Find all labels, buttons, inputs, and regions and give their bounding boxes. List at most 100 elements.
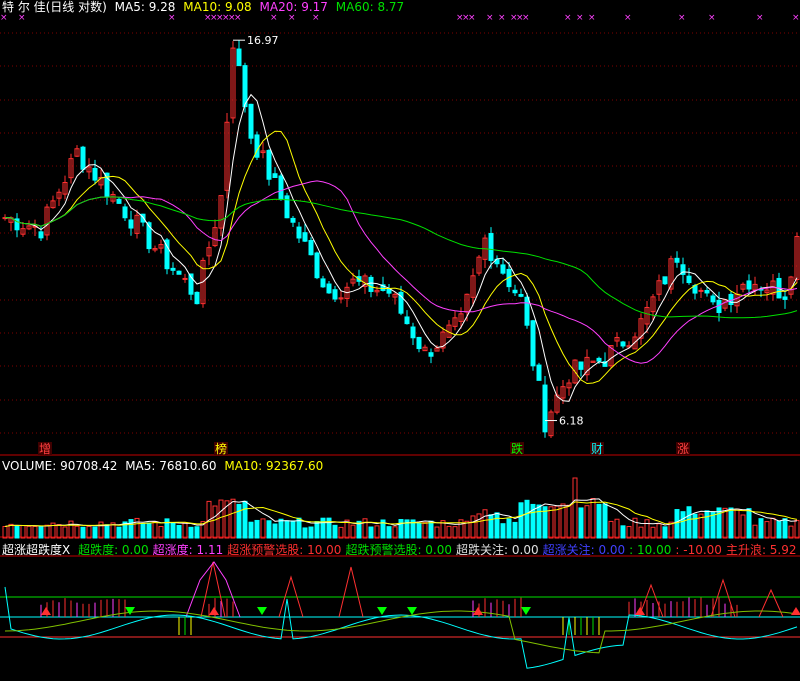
x-marker: × xyxy=(468,13,476,23)
volume-bar xyxy=(68,520,74,539)
candle-body xyxy=(704,289,710,294)
volume-bar xyxy=(446,525,452,539)
volume-bar xyxy=(578,507,584,539)
volume-bar xyxy=(80,526,86,539)
candle-body xyxy=(320,278,326,288)
volume-bar xyxy=(230,498,236,539)
up-arrow xyxy=(635,607,645,615)
ma5-readout: MA5: 9.28 xyxy=(114,0,176,14)
volume-bar xyxy=(248,521,254,539)
candle-body xyxy=(308,240,314,256)
volume-bar xyxy=(218,499,224,539)
volume-bar xyxy=(116,526,122,539)
volume-bar xyxy=(134,517,140,539)
candle-body xyxy=(416,336,422,350)
volume-bar xyxy=(734,508,740,539)
up-arrow xyxy=(791,607,800,615)
volume-bar xyxy=(182,522,188,539)
volume-bar xyxy=(686,506,692,539)
volume-bar xyxy=(416,522,422,539)
volume-bar xyxy=(728,507,734,539)
indicator-item: 超跌度: 0.00 xyxy=(78,543,149,557)
x-marker: × xyxy=(486,13,494,23)
candle-body xyxy=(578,361,584,370)
volume-bar xyxy=(254,519,260,539)
candle-body xyxy=(686,275,692,284)
volume-bar xyxy=(602,503,608,539)
x-marker: × xyxy=(708,13,716,23)
volume-bar xyxy=(596,503,602,539)
indicator-item: 超跌预警选股: 0.00 xyxy=(345,543,453,557)
volume-bar xyxy=(626,526,632,539)
volume-ma5-readout: MA5: 76810.60 xyxy=(125,459,217,473)
candle-body xyxy=(782,296,788,300)
x-marker: × xyxy=(168,13,176,23)
ma60-readout: MA60: 8.77 xyxy=(335,0,405,14)
volume-bar xyxy=(572,477,578,539)
volume-bar xyxy=(152,521,158,539)
x-marker: × xyxy=(522,13,530,23)
volume-bar xyxy=(32,525,38,539)
candle-body xyxy=(272,173,278,179)
x-marker: × xyxy=(792,13,800,23)
volume-bar xyxy=(194,526,200,539)
x-markers: × × × ×××××× × × × ××× × × ××× × × × × × × × × xyxy=(0,13,800,23)
x-marker: × xyxy=(498,13,506,23)
candle-body xyxy=(314,252,320,279)
candle-body xyxy=(80,146,86,170)
event-label: 财 xyxy=(591,442,603,456)
candle-body xyxy=(542,384,548,433)
low-label: 6.18 xyxy=(559,415,584,428)
candle-body xyxy=(500,264,506,274)
volume-bar xyxy=(140,523,146,539)
volume-bar xyxy=(290,520,296,539)
up-arrow xyxy=(41,607,51,615)
x-marker: × xyxy=(588,13,596,23)
volume-bar xyxy=(680,511,686,539)
candle-body xyxy=(488,233,494,261)
x-marker: × xyxy=(0,13,8,23)
volume-header: VOLUME: 90708.42 MA5: 76810.60 MA10: 923… xyxy=(2,459,327,473)
volume-bar xyxy=(374,525,380,539)
indicator-item: : 10.00 xyxy=(629,543,672,557)
candle-body xyxy=(236,48,242,67)
stock-name: 特 尔 佳(日线 对数) xyxy=(2,0,107,14)
candle-body xyxy=(266,149,272,180)
volume-ma10-readout: MA10: 92367.60 xyxy=(224,459,324,473)
candle-body xyxy=(248,103,254,139)
volume-bar xyxy=(764,521,770,539)
volume-bar xyxy=(236,503,242,539)
candle-body xyxy=(326,283,332,294)
indicator-item: 超涨度: 1.11 xyxy=(152,543,224,557)
volume-bar xyxy=(662,526,668,539)
volume-bar xyxy=(398,519,404,539)
candle-body xyxy=(176,270,182,275)
volume-bar xyxy=(56,524,62,539)
volume-bar xyxy=(476,513,482,539)
event-label: 榜 xyxy=(215,441,227,456)
volume-bar xyxy=(752,524,758,539)
ma10-line xyxy=(4,130,798,385)
indicator-item: 超涨关注: 0.00 xyxy=(542,543,626,557)
indicator-item: : -10.00 xyxy=(675,543,722,557)
candle-body xyxy=(242,65,248,108)
volume-bar xyxy=(464,520,470,539)
x-marker: × xyxy=(564,13,572,23)
x-marker: × xyxy=(234,13,242,23)
indicator-item: 主升浪: 5.92 xyxy=(725,543,797,557)
candle-body xyxy=(302,232,308,242)
down-arrow xyxy=(125,607,135,615)
volume-bar xyxy=(674,509,680,539)
volume-bar xyxy=(494,512,500,539)
high-label: 16.97 xyxy=(247,34,279,47)
up-arrow xyxy=(473,607,483,615)
volume-bar xyxy=(782,518,788,539)
ma20-readout: MA20: 9.17 xyxy=(259,0,328,14)
candle-body xyxy=(530,320,536,367)
volume-bar xyxy=(212,505,218,539)
candle-body xyxy=(698,289,704,292)
volume-bar xyxy=(566,504,572,539)
candle-body xyxy=(122,206,128,219)
volume-bar xyxy=(266,520,272,539)
event-label: 跌 xyxy=(511,441,523,456)
